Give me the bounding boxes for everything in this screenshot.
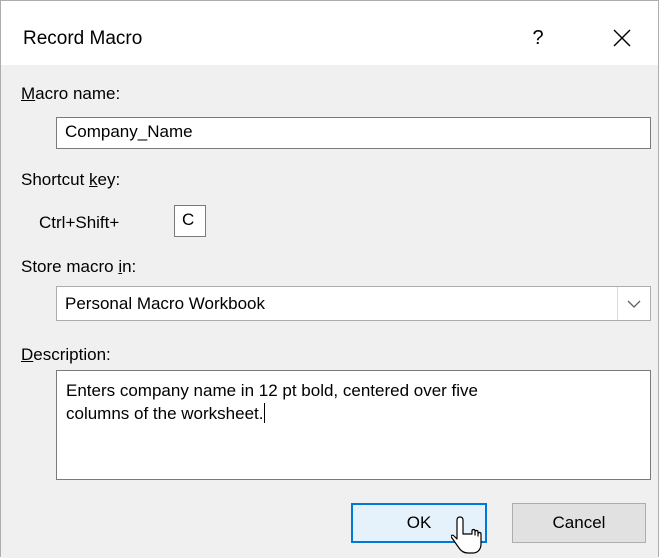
macro-name-label-text: acro name: bbox=[35, 84, 121, 103]
macro-name-input[interactable]: Company_Name bbox=[56, 117, 651, 149]
record-macro-dialog: Record Macro ? Macro name: Company_Name … bbox=[0, 0, 659, 558]
store-macro-label-text: n: bbox=[122, 257, 137, 276]
help-button[interactable]: ? bbox=[521, 21, 555, 55]
store-macro-selected-value: Personal Macro Workbook bbox=[65, 294, 265, 313]
chevron-down-icon bbox=[627, 300, 641, 308]
description-line-1: Enters company name in 12 pt bold, cente… bbox=[66, 381, 479, 400]
macro-name-label: Macro name: bbox=[21, 84, 120, 104]
macro-name-label-accelerator: M bbox=[21, 84, 36, 103]
shortcut-key-label-text: ey: bbox=[97, 170, 121, 189]
shortcut-prefix: Ctrl+Shift+ bbox=[39, 213, 120, 232]
close-button[interactable] bbox=[605, 21, 639, 55]
shortcut-key-label: Shortcut key: bbox=[21, 170, 120, 190]
store-macro-label-text-pre: Store macro bbox=[21, 257, 119, 276]
dialog-title: Record Macro bbox=[23, 28, 143, 49]
mouse-pointer-icon bbox=[451, 516, 482, 554]
description-label-text: escription: bbox=[33, 345, 111, 364]
description-line-2: columns of the worksheet. bbox=[66, 404, 264, 423]
shortcut-key-input[interactable]: C bbox=[174, 205, 206, 237]
dialog-body: Macro name: Company_Name Shortcut key: C… bbox=[1, 65, 658, 558]
description-textarea[interactable]: Enters company name in 12 pt bold, cente… bbox=[56, 370, 651, 480]
shortcut-key-label-text-pre: Shortcut bbox=[21, 170, 90, 189]
shortcut-key-label-accelerator: k bbox=[89, 170, 98, 189]
description-label: Description: bbox=[21, 345, 111, 365]
description-line-2-wrap: columns of the worksheet. bbox=[66, 402, 641, 425]
text-caret bbox=[264, 403, 266, 423]
store-macro-label: Store macro in: bbox=[21, 257, 136, 277]
store-macro-select[interactable]: Personal Macro Workbook bbox=[56, 286, 651, 321]
close-icon bbox=[613, 29, 631, 47]
description-label-accelerator: D bbox=[21, 345, 34, 364]
dropdown-arrow-button[interactable] bbox=[617, 287, 650, 320]
cancel-button[interactable]: Cancel bbox=[512, 503, 646, 543]
